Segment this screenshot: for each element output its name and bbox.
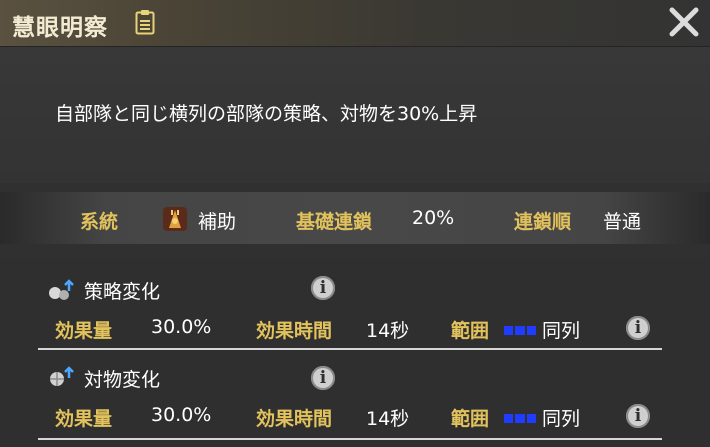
title-bar: 慧眼明察 <box>0 0 710 47</box>
effect-amount-value: 30.0% <box>151 404 212 426</box>
effect-range-value: 同列 <box>542 320 581 342</box>
info-icon[interactable]: i <box>626 404 650 428</box>
base-chain-value: 20% <box>412 207 455 229</box>
effect-range-label: 範囲 <box>451 320 490 342</box>
divider <box>38 348 662 350</box>
effect-amount-label: 効果量 <box>55 408 113 430</box>
chain-order-value: 普通 <box>603 211 642 233</box>
effect-name: 対物変化 <box>84 369 161 391</box>
effect-duration-label: 効果時間 <box>256 320 333 342</box>
effect-name: 策略変化 <box>84 281 161 303</box>
skill-description: 自部隊と同じ横列の部隊の策略、対物を30%上昇 <box>55 103 478 125</box>
siege-change-icon <box>50 366 74 386</box>
effect-duration-label: 効果時間 <box>256 408 333 430</box>
effect-duration-value: 14秒 <box>366 320 410 342</box>
lineage-value: 補助 <box>198 211 237 233</box>
base-chain-label: 基礎連鎖 <box>296 211 373 233</box>
effect-range-value: 同列 <box>542 408 581 430</box>
lineage-label: 系統 <box>80 211 119 233</box>
clipboard-icon[interactable] <box>135 9 155 35</box>
close-icon[interactable] <box>666 4 702 40</box>
info-icon[interactable]: i <box>626 316 650 340</box>
info-icon[interactable]: i <box>311 276 335 300</box>
skill-detail-dialog: 慧眼明察 自部隊と同じ横列の部隊の策略、対物を30%上昇 系統 補助 基礎連鎖 … <box>0 0 710 447</box>
effect-amount-value: 30.0% <box>151 316 212 338</box>
info-icon[interactable]: i <box>311 366 335 390</box>
effect-duration-value: 14秒 <box>366 408 410 430</box>
range-indicator <box>504 414 536 423</box>
range-indicator <box>504 326 536 335</box>
chain-order-label: 連鎖順 <box>514 211 572 233</box>
effect-range-label: 範囲 <box>451 408 490 430</box>
divider <box>38 438 662 440</box>
strategy-change-icon <box>49 279 74 300</box>
support-icon <box>163 207 187 231</box>
dialog-title: 慧眼明察 <box>12 15 108 41</box>
effect-amount-label: 効果量 <box>55 320 113 342</box>
